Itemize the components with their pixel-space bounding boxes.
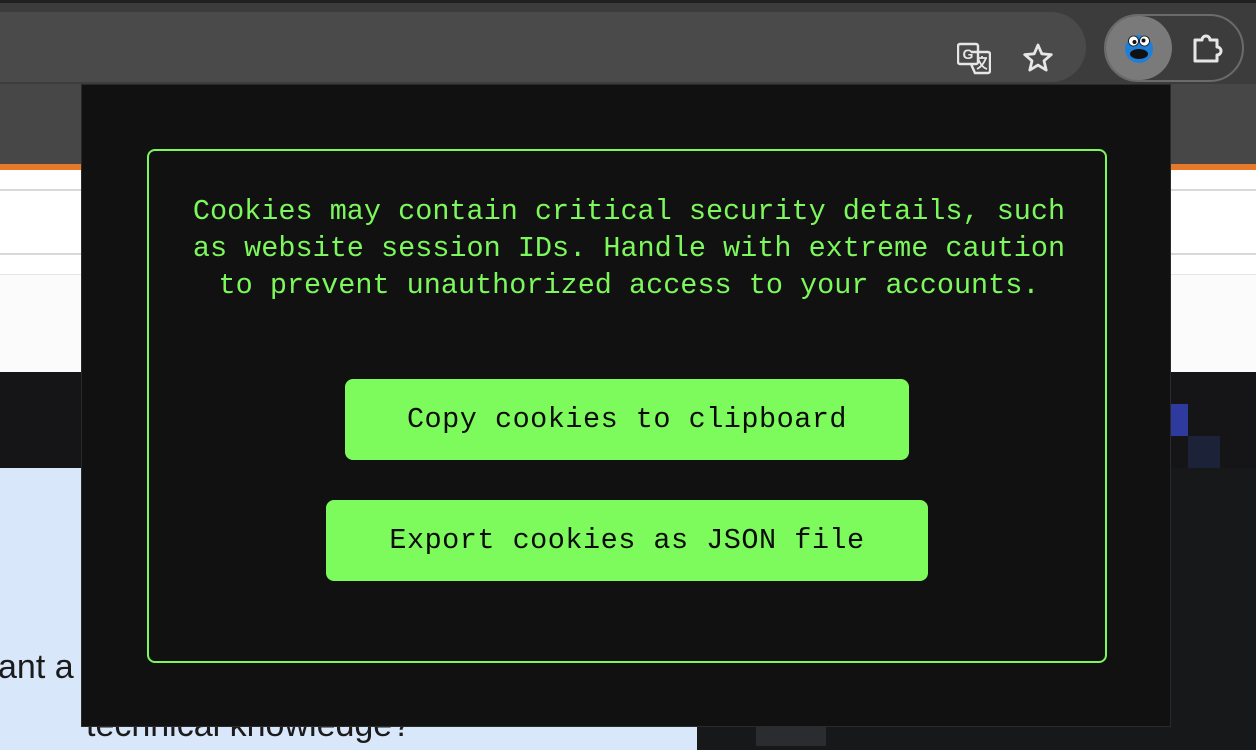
export-cookies-button[interactable]: Export cookies as JSON file xyxy=(326,500,928,581)
cookie-monster-extension-icon[interactable] xyxy=(1106,16,1172,80)
page-text: ant a xyxy=(0,648,74,686)
translate-icon[interactable]: G xyxy=(956,40,992,76)
extension-popup: Cookies may contain critical security de… xyxy=(81,84,1171,727)
copy-cookies-button[interactable]: Copy cookies to clipboard xyxy=(345,379,909,460)
star-bookmark-icon[interactable] xyxy=(1020,40,1056,76)
decorative-square xyxy=(756,726,826,746)
puzzle-extensions-icon[interactable] xyxy=(1190,30,1226,66)
decorative-square xyxy=(1168,404,1188,436)
browser-toolbar: G xyxy=(0,0,1256,84)
svg-text:G: G xyxy=(963,46,974,62)
popup-panel: Cookies may contain critical security de… xyxy=(147,149,1107,663)
address-bar[interactable]: G xyxy=(0,12,1086,82)
decorative-square xyxy=(1188,436,1220,468)
security-warning-text: Cookies may contain critical security de… xyxy=(192,195,1066,302)
extensions-group xyxy=(1104,14,1244,82)
